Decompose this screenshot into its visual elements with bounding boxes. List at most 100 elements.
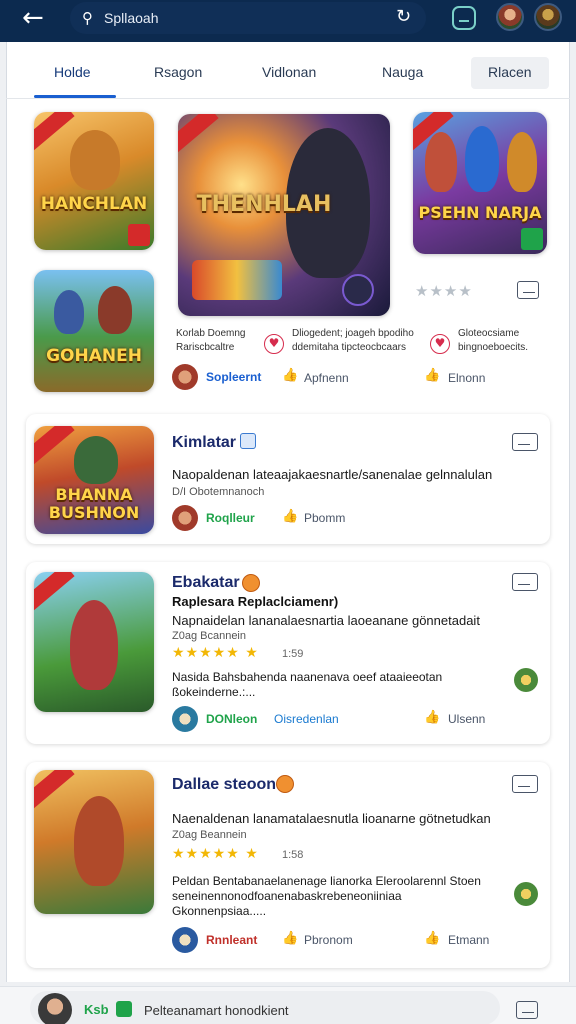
rating-value: 1:58 (282, 849, 304, 861)
achievement-icon (514, 668, 538, 692)
thumbs-up-icon[interactable]: 👍 (282, 931, 298, 946)
ribbon-badge (34, 572, 75, 613)
gem-pile (192, 260, 282, 300)
card-subtitle: Raplesara Replaclciamenr) (172, 594, 339, 609)
game-tile-dallae[interactable] (34, 770, 154, 914)
green-label: Ksb (84, 1002, 109, 1017)
heart-icon[interactable]: ♥ (264, 334, 284, 354)
tab-holde[interactable]: Holde (54, 64, 91, 80)
author-avatar[interactable] (172, 364, 198, 390)
game-tile-psehn[interactable]: PSEHN NARJA (413, 112, 547, 254)
messages-icon[interactable] (452, 6, 476, 30)
character-figure (70, 600, 118, 690)
author-avatar[interactable] (172, 927, 198, 953)
card-description: Naopaldenan lateaajakaesnartle/sanenalae… (172, 467, 493, 482)
character-figure (74, 436, 118, 484)
back-arrow-icon[interactable]: ← (22, 4, 52, 34)
action-label[interactable]: Etmann (448, 933, 489, 947)
author-avatar[interactable] (172, 706, 198, 732)
action-label[interactable]: Ulsenn (448, 712, 485, 726)
shield-icon (116, 1001, 132, 1017)
award-icon (242, 574, 260, 592)
rating-value: 1:59 (282, 648, 304, 660)
refresh-icon[interactable]: ↻ (396, 6, 418, 28)
game-tile-hanchlan[interactable]: HANCHLAN (34, 112, 154, 250)
author-name[interactable]: Sopleernt (206, 370, 261, 384)
card-meta: Z0ag Beannein (172, 829, 247, 841)
tile-title: PSEHN NARJA (418, 203, 542, 222)
play-circle-icon[interactable] (342, 274, 374, 306)
card-description: Napnaidelan lananalaesnartia laoeanane g… (172, 613, 480, 628)
profile-avatar[interactable] (534, 3, 562, 31)
game-tile-thenhlah[interactable]: THENHLAH (178, 114, 390, 316)
bookmark-icon[interactable] (512, 433, 538, 451)
thumbs-up-icon[interactable]: 👍 (282, 368, 298, 383)
card-title[interactable]: Dallae steoon (172, 776, 276, 794)
game-tile-bhanna[interactable]: BHANNA BUSHNON (34, 426, 154, 534)
character-figure (465, 126, 499, 192)
ribbon-badge (34, 426, 75, 467)
action-label[interactable]: Pbronom (304, 933, 353, 947)
card-meta: D/I Obotemnanoch (172, 486, 265, 498)
thumbs-up-icon[interactable]: 👍 (424, 710, 440, 725)
action-label[interactable]: Pbomm (304, 511, 345, 525)
author-name[interactable]: DONleon (206, 712, 257, 726)
character-figure (54, 290, 84, 334)
tab-bar: Holde Rsagon Vidlonan Nauga Rlacen (6, 52, 570, 98)
thumbs-up-icon[interactable]: 👍 (424, 931, 440, 946)
bookmark-icon[interactable] (512, 573, 538, 591)
tab-rsagon[interactable]: Rsagon (154, 64, 202, 80)
ribbon-badge (178, 114, 219, 155)
card-title[interactable]: Kimlatar (172, 434, 236, 452)
rating-stars: ★★★★★ ★ (172, 846, 259, 862)
thumbs-up-icon[interactable]: 👍 (424, 368, 440, 383)
action-label[interactable]: Elnonn (448, 371, 485, 385)
character-figure (425, 132, 457, 192)
tab-nauga[interactable]: Nauga (382, 64, 423, 80)
action-label[interactable]: Apfnenn (304, 371, 349, 385)
featured-text-1: Korlab Doemng Rariscbcaltre (176, 328, 246, 353)
corner-badge (128, 224, 150, 246)
search-icon: ⚲ (82, 9, 93, 27)
character-figure (98, 286, 132, 334)
rating-stars: ★★★★★ ★ (172, 645, 259, 661)
search-input[interactable]: Spllaoah (104, 10, 159, 26)
tile-title: GOHANEH (46, 346, 142, 366)
user-avatar[interactable] (496, 3, 524, 31)
ribbon-badge (34, 770, 75, 811)
search-bar[interactable]: ⚲ Spllaoah ↻ (70, 2, 426, 34)
author-secondary[interactable]: Oisredenlan (274, 712, 339, 726)
game-tile-ebakatar[interactable] (34, 572, 154, 712)
featured-text-2: Dliogedent; joageh bpodiho ddemitaha tip… (292, 328, 414, 353)
rating-stars: ★★★★ (415, 282, 473, 300)
thumbs-up-icon[interactable]: 👍 (282, 509, 298, 524)
tab-rlacen[interactable]: Rlacen (488, 64, 532, 80)
tile-title: HANCHLAN (40, 194, 148, 214)
corner-badge (521, 228, 543, 250)
card-detail: Peldan Bentabanaelanenage lianorka Elero… (172, 874, 481, 918)
tab-vidlonan[interactable]: Vidlonan (262, 64, 316, 80)
card-description: Naenaldenan lanamatalaesnutla lioanarne … (172, 811, 491, 826)
author-avatar[interactable] (172, 505, 198, 531)
top-bar: ← ⚲ Spllaoah ↻ (0, 0, 576, 42)
tabs-divider (6, 98, 570, 99)
user-avatar[interactable] (38, 993, 72, 1024)
heart-icon[interactable]: ♥ (430, 334, 450, 354)
bookmark-icon[interactable] (517, 281, 539, 299)
card-title[interactable]: Ebakatar (172, 574, 240, 592)
ribbon-badge (34, 112, 75, 153)
bookmark-icon[interactable] (512, 775, 538, 793)
featured-text-3: Gloteocsiame bingnoeboecits. (458, 328, 529, 353)
character-figure (74, 796, 124, 886)
card-detail: Nasida Bahsbahenda naanenava oeef ataaie… (172, 670, 443, 699)
author-name[interactable]: Rnnleant (206, 933, 257, 947)
author-name[interactable]: Roqlleur (206, 511, 255, 525)
award-icon (276, 775, 294, 793)
game-tile-gohaneh[interactable]: GOHANEH (34, 270, 154, 392)
composer-text[interactable]: Pelteanamart honodkient (144, 1003, 289, 1018)
card-meta: Z0ag Bcannein (172, 630, 246, 642)
tile-title: BHANNA BUSHNON (48, 485, 140, 522)
bottom-composer-bar: Ksb Pelteanamart honodkient (0, 986, 576, 1024)
image-attach-icon[interactable] (516, 1001, 538, 1019)
character-figure (507, 132, 537, 192)
